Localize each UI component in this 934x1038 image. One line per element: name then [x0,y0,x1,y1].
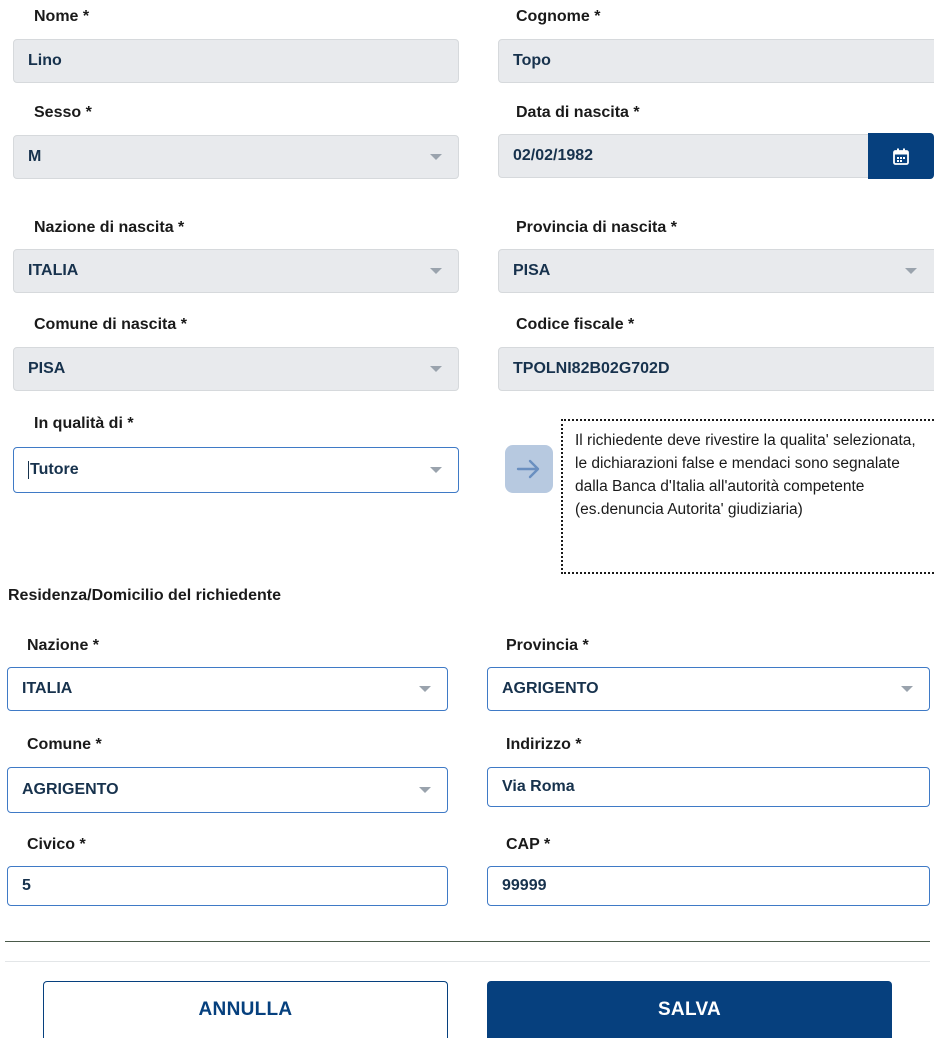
chevron-down-icon [430,268,442,274]
provincia-nascita-label: Provincia di nascita * [516,219,677,236]
qualita-label: In qualità di * [34,415,134,432]
cap-value: 99999 [502,877,547,894]
divider [5,941,930,942]
indirizzo-value: Via Roma [502,778,575,795]
chevron-down-icon [901,686,913,692]
nazione-nascita-select: ITALIA [13,249,459,293]
annulla-button[interactable]: ANNULLA [43,981,448,1038]
data-nascita-value: 02/02/1982 [513,147,594,164]
calendar-icon [893,148,909,165]
sesso-label: Sesso * [34,104,92,121]
nome-field: Lino [13,39,459,83]
residenza-title: Residenza/Domicilio del richiedente [8,587,281,604]
nazione-value: ITALIA [22,680,73,697]
chevron-down-icon [430,366,442,372]
chevron-down-icon [419,686,431,692]
text-cursor [28,461,29,479]
provincia-nascita-select: PISA [498,249,934,293]
nazione-label: Nazione * [27,637,100,654]
civico-input[interactable]: 5 [7,866,448,906]
comune-nascita-select: PISA [13,347,459,391]
comune-nascita-label: Comune di nascita * [34,316,187,333]
comune-nascita-value: PISA [28,360,66,377]
codice-fiscale-label: Codice fiscale * [516,316,635,333]
chevron-down-icon [430,467,442,473]
arrow-right-icon [516,459,540,479]
cognome-value: Topo [513,52,551,69]
qualita-select[interactable]: Tutore [13,447,459,493]
notice-box: Il richiedente deve rivestire la qualita… [561,419,934,574]
qualita-value: Tutore [30,461,79,478]
nazione-select[interactable]: ITALIA [7,667,448,711]
provincia-value: AGRIGENTO [502,680,599,697]
data-nascita-field: 02/02/1982 [498,134,874,178]
provincia-label: Provincia * [506,637,589,654]
arrow-right-button[interactable] [505,445,553,493]
comune-select[interactable]: AGRIGENTO [7,767,448,813]
chevron-down-icon [905,268,917,274]
comune-label: Comune * [27,736,102,753]
sesso-value: M [28,148,42,165]
nazione-nascita-value: ITALIA [28,262,79,279]
codice-fiscale-field: TPOLNI82B02G702D [498,347,934,391]
data-nascita-label: Data di nascita * [516,104,640,121]
indirizzo-label: Indirizzo * [506,736,582,753]
cognome-label: Cognome * [516,8,601,25]
indirizzo-input[interactable]: Via Roma [487,767,930,807]
comune-value: AGRIGENTO [22,781,119,798]
provincia-select[interactable]: AGRIGENTO [487,667,930,711]
provincia-nascita-value: PISA [513,262,551,279]
codice-fiscale-value: TPOLNI82B02G702D [513,360,670,377]
calendar-button[interactable] [868,133,934,179]
sesso-select: M [13,135,459,179]
cap-label: CAP * [506,836,551,853]
cognome-field: Topo [498,39,934,83]
salva-button[interactable]: SALVA [487,981,892,1038]
chevron-down-icon [430,154,442,160]
chevron-down-icon [419,787,431,793]
civico-label: Civico * [27,836,86,853]
divider-light [5,961,930,962]
nome-label: Nome * [34,8,90,25]
cap-input[interactable]: 99999 [487,866,930,906]
civico-value: 5 [22,877,31,894]
nome-value: Lino [28,52,62,69]
nazione-nascita-label: Nazione di nascita * [34,219,185,236]
notice-text: Il richiedente deve rivestire la qualita… [575,432,916,518]
